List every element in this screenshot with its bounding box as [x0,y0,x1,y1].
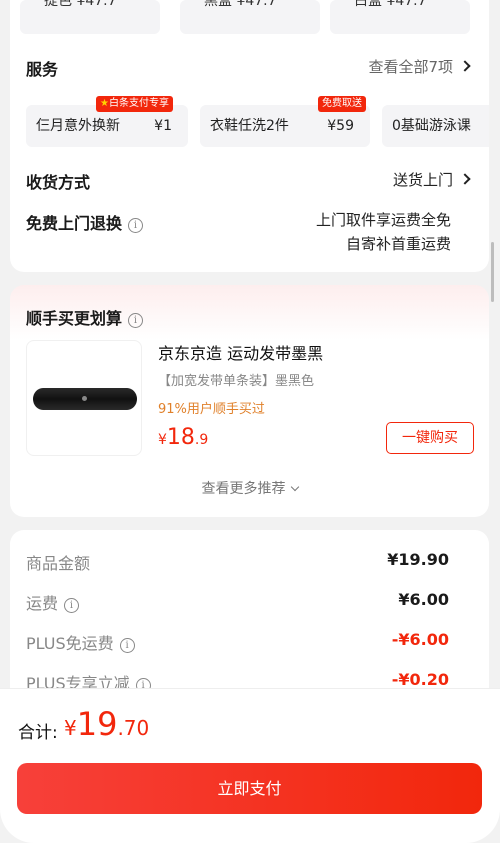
breakdown-value: ¥6.00 [398,590,449,609]
scrollbar[interactable] [491,242,494,302]
services-title: 服务 [26,60,59,79]
delivery-title: 收货方式 [26,173,91,192]
option-chip[interactable]: 白盒 ¥47.7 [330,0,470,34]
service-name: 0基础游泳课 [392,118,471,134]
info-icon[interactable]: i [64,598,80,613]
more-recommendations-link[interactable]: 查看更多推荐 [10,478,489,498]
recommend-title-label: 顺手买更划算 [26,309,123,328]
breakdown-label-text: 商品金额 [26,554,91,573]
breakdown-label: 运费 i [26,590,80,614]
star-icon: ★ [100,98,109,109]
breakdown-label: 商品金额 [26,550,90,574]
info-icon[interactable]: i [128,313,144,328]
product-price: ¥18.9 [158,425,208,450]
chevron-down-icon [290,482,299,492]
service-name: 仨月意外换新 [36,118,120,134]
chevron-right-icon [459,60,471,72]
breakdown-value: -¥6.00 [391,630,449,649]
breakdown-label-text: 运费 [26,594,59,613]
total-price: ¥19.70 [64,705,149,743]
recommend-card: 顺手买更划算 i 京东京造 运动发带墨黑 【加宽发带单条装】墨黑色 91%用户顺手… [10,285,489,517]
product-variant: 【加宽发带单条装】墨黑色 [158,374,315,389]
checkout-screen: 提色 ¥47.7 黑盒 ¥47.7 白盒 ¥47.7 服务 查看全部7项 仨月意… [0,0,500,843]
service-chip[interactable]: 0基础游泳课 [382,105,489,147]
total-decimal: .70 [117,716,150,740]
product-image[interactable] [26,340,142,456]
breakdown-value: ¥19.90 [387,550,449,569]
quick-buy-button[interactable]: 一键购买 [386,422,474,454]
product-title[interactable]: 京东京造 运动发带墨黑 [158,340,323,364]
service-card: 提色 ¥47.7 黑盒 ¥47.7 白盒 ¥47.7 服务 查看全部7项 仨月意… [10,0,489,272]
services-view-all[interactable]: 查看全部7项 [368,56,471,77]
delivery-method-label: 送货上门 [392,171,453,189]
delivery-method[interactable]: 送货上门 [392,169,471,190]
services-view-all-label: 查看全部7项 [368,58,453,76]
pay-now-button[interactable]: 立即支付 [17,763,482,814]
price-integer: 18 [166,425,195,450]
total-symbol: ¥ [64,716,77,740]
brand-logo [82,396,87,401]
headband-image [33,388,137,410]
returns-line2: 自寄补首重运费 [345,235,451,253]
checkout-bar: 合计: ¥19.70 立即支付 [0,688,500,843]
more-recommendations-label: 查看更多推荐 [201,481,286,497]
breakdown-value: -¥0.20 [391,670,449,689]
recommend-title: 顺手买更划算 i [26,305,144,329]
returns-detail: 上门取件享运费全免 自寄补首重运费 [316,208,451,256]
info-icon[interactable]: i [119,638,135,653]
returns-title-label: 免费上门退换 [26,214,123,233]
option-chip[interactable]: 提色 ¥47.7 [20,0,160,34]
breakdown-label: PLUS免运费 i [26,630,135,654]
service-badge: 免费取送 [318,96,366,112]
total-integer: 19 [76,705,118,743]
service-badge: ★白条支付专享 [96,96,173,112]
total-label: 合计: [18,723,58,743]
chevron-right-icon [459,173,471,185]
breakdown-label-text: PLUS免运费 [26,634,114,653]
service-badge-label: 免费取送 [322,98,362,109]
purchase-rate: 91%用户顺手买过 [158,402,265,417]
returns-title: 免费上门退换 i [26,210,144,234]
info-icon[interactable]: i [128,218,144,233]
returns-line1: 上门取件享运费全免 [315,211,451,229]
service-name: 衣鞋任洗2件 [210,118,289,134]
service-badge-label: 白条支付专享 [108,98,169,109]
price-decimal: .9 [194,432,209,448]
option-chip[interactable]: 黑盒 ¥47.7 [180,0,320,34]
price-symbol: ¥ [158,432,167,448]
